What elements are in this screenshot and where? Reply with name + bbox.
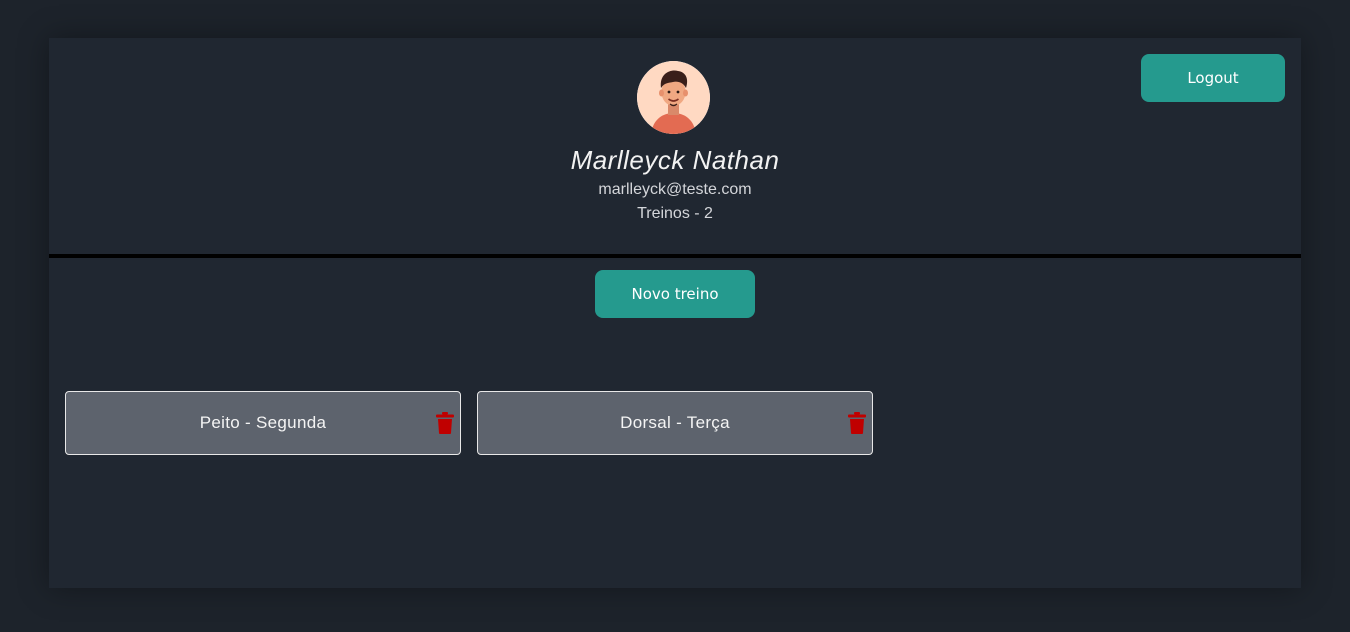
workout-count: Treinos - 2: [637, 205, 713, 222]
delete-workout-button[interactable]: [434, 410, 456, 436]
trash-icon: [848, 412, 866, 434]
user-name: Marlleyck Nathan: [570, 145, 780, 175]
user-avatar-icon: [637, 61, 710, 134]
header-divider: [49, 254, 1301, 258]
profile-panel: Marlleyck Nathan marlleyck@teste.com Tre…: [49, 38, 1301, 588]
workout-card-title: Peito - Segunda: [199, 413, 327, 432]
user-email: marlleyck@teste.com: [598, 181, 752, 198]
delete-workout-button[interactable]: [846, 410, 868, 436]
workout-card[interactable]: Peito - Segunda: [65, 391, 461, 455]
profile-header: Marlleyck Nathan marlleyck@teste.com Tre…: [49, 38, 1301, 254]
avatar: [637, 61, 710, 134]
workout-card[interactable]: Dorsal - Terça: [477, 391, 873, 455]
trash-icon: [436, 412, 454, 434]
new-workout-button[interactable]: Novo treino: [595, 270, 755, 318]
logout-button[interactable]: Logout: [1141, 54, 1285, 102]
workout-card-title: Dorsal - Terça: [620, 413, 730, 432]
